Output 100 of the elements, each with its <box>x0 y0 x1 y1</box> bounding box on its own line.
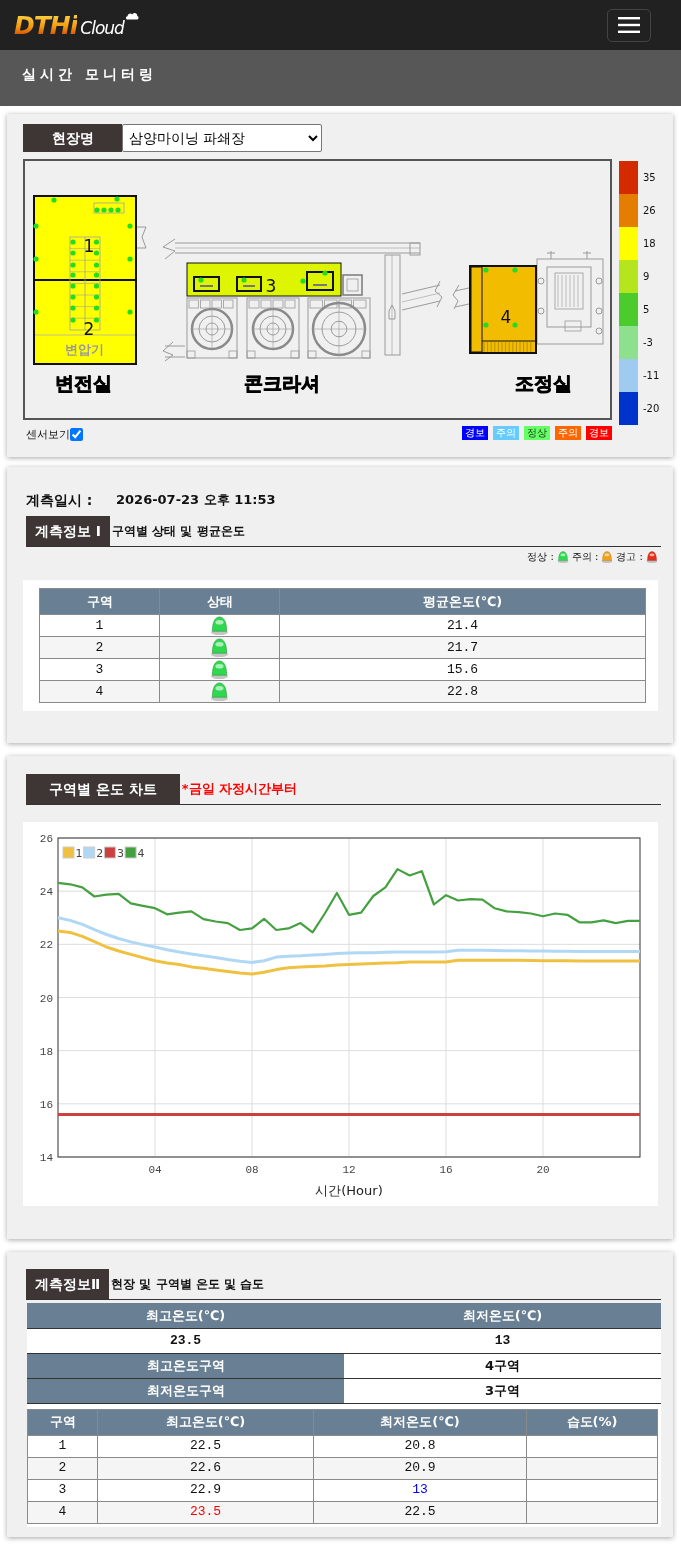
legend-label: 3 <box>116 847 124 860</box>
section-heading: 계측정보Ⅱ <box>26 1269 110 1299</box>
sensor-dot-icon <box>33 256 39 262</box>
section-heading: 계측정보 Ⅰ <box>26 516 111 546</box>
table-cell: 3 <box>39 658 160 681</box>
checkbox-label[interactable]: 센서보기 <box>26 426 70 443</box>
sensor-dot-icon <box>93 250 100 256</box>
axis-tick-label: 20 <box>536 1164 550 1176</box>
alert-level-tag: 주의 <box>493 426 519 440</box>
legend-label: 주의 : <box>571 550 599 564</box>
table-cell: 22.9 <box>97 1479 314 1501</box>
section-subtitle: 현장 및 구역별 온도 및 습도 <box>110 1276 265 1293</box>
legend-label: 1 <box>75 847 83 860</box>
column-header: 구역 <box>39 588 160 615</box>
sensor-dot-icon <box>512 267 518 273</box>
table-cell: 4 <box>39 680 160 703</box>
sensor-dot-icon <box>93 272 100 278</box>
site-label: 현장명 <box>23 124 122 152</box>
column-header: 평균온도(℃) <box>279 588 646 615</box>
scale-label: 5 <box>643 304 650 315</box>
axis-tick-label: 14 <box>39 1152 53 1164</box>
building-label: 변전실 <box>54 372 112 394</box>
sensor-dot-icon <box>70 283 76 289</box>
cloud-icon <box>124 10 139 20</box>
column-header: 상태 <box>159 588 280 615</box>
zone-number: 4 <box>500 307 512 327</box>
motor-frame-drawing <box>193 276 220 292</box>
alert-level-tag: 경보 <box>462 426 488 440</box>
legend-label: 경고 : <box>616 550 643 564</box>
axis-tick-label: 16 <box>39 1098 53 1111</box>
sensor-dot-icon <box>512 322 518 328</box>
motor-frame-drawing <box>236 276 262 292</box>
table-cell: 22.5 <box>97 1435 314 1457</box>
building-label: 콘크라셔 <box>244 372 320 394</box>
alert-level-tag: 정상 <box>524 426 550 440</box>
zone-number: 1 <box>83 236 95 256</box>
table-cell: 13 <box>313 1479 527 1501</box>
sensor-dot-icon <box>70 305 76 311</box>
table-cell: 21.4 <box>279 614 646 637</box>
sensor-dot-icon <box>114 196 120 202</box>
legend-label: 2 <box>96 847 104 860</box>
table-cell: 4구역 <box>344 1353 661 1378</box>
axis-tick-label: 20 <box>39 992 53 1005</box>
motor-frame-drawing <box>306 271 334 291</box>
section-note: *금일 자정시간부터 <box>180 780 298 799</box>
scale-label: 18 <box>643 238 656 249</box>
bracket-drawing <box>135 226 147 249</box>
axis-tick-label: 18 <box>39 1045 53 1058</box>
table-cell: 3 <box>27 1479 98 1501</box>
column-header: 최저온도(℃) <box>344 1303 661 1328</box>
sensor-dot-icon <box>127 309 133 315</box>
table-cell: 21.7 <box>279 636 646 659</box>
building-label: 조정실 <box>514 372 572 394</box>
row-header: 최고온도구역 <box>27 1353 344 1378</box>
column-header: 구역 <box>27 1409 98 1435</box>
alert-level-tag: 경보 <box>586 426 612 440</box>
sensor-dot-icon <box>241 277 247 283</box>
table-cell: 20.8 <box>313 1435 527 1457</box>
table-cell: 23.5 <box>27 1328 344 1353</box>
sensor-dot-icon <box>70 250 76 256</box>
table-cell: 20.9 <box>313 1457 527 1479</box>
alert-level-tag: 주의 <box>555 426 581 440</box>
table-cell: 2 <box>27 1457 98 1479</box>
table-cell: 1 <box>39 614 160 637</box>
table-cell: 3구역 <box>344 1378 661 1403</box>
sensor-dot-icon <box>70 272 76 278</box>
axis-tick-label: 08 <box>245 1164 259 1176</box>
sensor-dot-icon <box>93 294 100 300</box>
axis-tick-label: 16 <box>439 1164 453 1176</box>
conveyor-drawing <box>452 284 470 310</box>
sensor-dot-icon <box>483 267 489 273</box>
timestamp-label: 계측일시 : <box>26 490 94 510</box>
sensor-dot-icon <box>70 317 76 323</box>
table-cell: 23.5 <box>97 1501 314 1523</box>
column-header: 최고온도(℃) <box>27 1303 344 1328</box>
sensor-dot-icon <box>483 322 489 328</box>
sensor-dot-icon <box>93 262 100 268</box>
column-header: 최고온도(℃) <box>97 1409 314 1435</box>
table-cell: 13 <box>344 1328 661 1353</box>
table-cell: 22.6 <box>97 1457 314 1479</box>
sensor-dot-icon <box>93 305 100 311</box>
table-cell: 4 <box>27 1501 98 1523</box>
axis-tick-label: 12 <box>342 1164 356 1176</box>
timestamp-value: 2026-07-23 오후 11:53 <box>116 491 276 510</box>
scale-label: -20 <box>643 403 660 414</box>
scale-label: -11 <box>643 370 660 381</box>
axis-tick-label: 04 <box>148 1164 162 1176</box>
table-cell: 15.6 <box>279 658 646 681</box>
table-cell: 1 <box>27 1435 98 1457</box>
axis-tick-label: 22 <box>39 939 53 952</box>
menu-button[interactable] <box>607 8 651 42</box>
sensor-dot-icon <box>322 270 328 276</box>
equipment-label: 변압기 <box>64 342 104 357</box>
zone-number: 3 <box>265 276 277 296</box>
sensor-dot-icon <box>93 317 100 323</box>
row-header: 최저온도구역 <box>27 1378 344 1403</box>
sensor-dot-icon <box>127 223 133 229</box>
site-select[interactable]: 삼양마이닝 파쇄장 <box>122 124 322 152</box>
sensor-checkbox[interactable] <box>70 428 83 442</box>
table-cell: 22.8 <box>279 680 646 703</box>
